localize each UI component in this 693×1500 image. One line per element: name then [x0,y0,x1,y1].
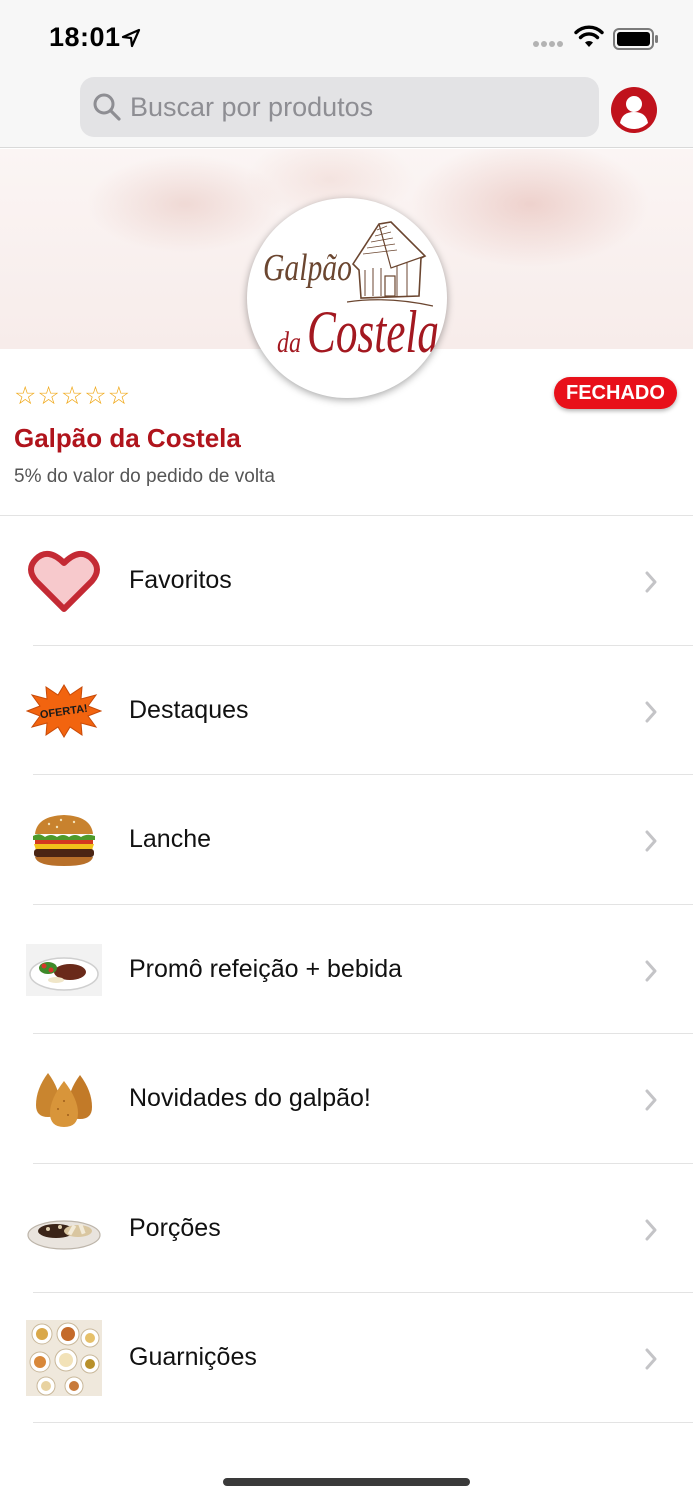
category-label: Favoritos [129,566,232,594]
divider [33,1421,693,1423]
category-item-lanche[interactable]: Lanche [0,775,693,905]
location-arrow-icon [121,28,141,48]
chevron-right-icon [645,830,657,852]
chevron-right-icon [645,701,657,722]
cashback-text: 5% do valor do pedido de volta [14,466,275,487]
rating-stars: ☆☆☆☆☆ [14,382,132,410]
side-dishes-icon [26,1320,102,1396]
category-label: Porções [129,1213,221,1242]
logo-text-galpao: Galpão [263,247,352,289]
heart-icon [26,543,102,619]
category-label: Destaques [129,695,249,724]
chevron-right-icon [645,1089,657,1111]
cellular-signal-icon [533,41,563,47]
category-label: Novidades do galpão! [129,1084,371,1112]
store-name: Galpão da Costela [14,423,241,453]
burger-icon [26,802,102,878]
status-badge: FECHADO [554,377,677,409]
category-label: Guarnições [129,1343,257,1371]
store-logo: Galpão da Costela [247,198,447,398]
category-item-novidades[interactable]: Novidades do galpão! [0,1034,693,1164]
logo-text-da: da [277,326,301,359]
category-label: Lanche [129,825,212,853]
oferta-badge-icon: OFERTA! [26,673,102,749]
category-label: Promô refeição + bebida [129,954,403,983]
category-item-porcoes[interactable]: Porções [0,1164,693,1293]
wifi-icon [574,25,604,47]
chevron-right-icon [645,571,657,593]
category-item-guarnicoes[interactable]: Guarnições [0,1293,693,1423]
chevron-right-icon [645,1348,657,1370]
category-item-favoritos[interactable]: Favoritos [0,516,693,646]
coxinha-icon [26,1061,102,1137]
home-indicator[interactable] [223,1478,470,1486]
chevron-right-icon [645,1219,657,1240]
battery-icon [613,28,658,50]
logo-text-costela: Costela [307,299,440,365]
category-list: Favoritos OFERTA! Destaques Lanche Promô… [0,516,693,1423]
chevron-right-icon [645,960,657,981]
profile-icon[interactable] [611,87,657,133]
top-bar: 18:01 Buscar por produtos [0,0,693,148]
portion-plate-icon [26,1191,102,1267]
category-item-promo-refeicao[interactable]: Promô refeição + bebida [0,905,693,1034]
search-icon [93,93,121,121]
meal-plate-icon [26,932,102,1008]
search-input[interactable]: Buscar por produtos [80,77,599,137]
search-placeholder: Buscar por produtos [130,92,374,122]
category-item-destaques[interactable]: OFERTA! Destaques [0,646,693,775]
status-time: 18:01 [49,22,121,52]
